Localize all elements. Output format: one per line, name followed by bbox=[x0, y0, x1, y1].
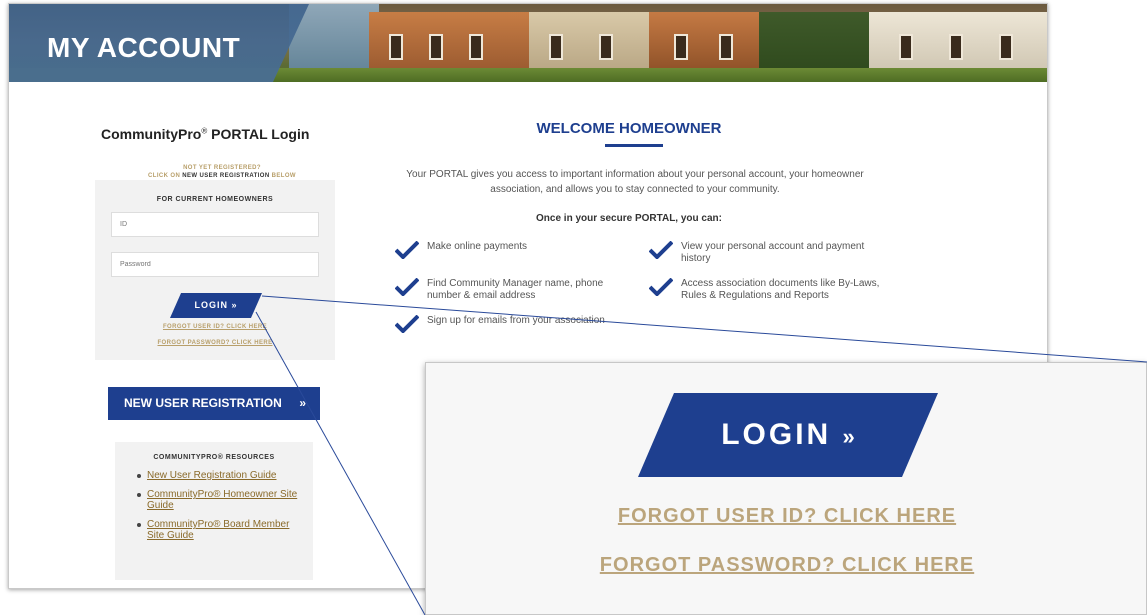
not-registered-line1: NOT YET REGISTERED? bbox=[183, 165, 261, 171]
hero-building bbox=[649, 12, 759, 72]
zoom-callout: LOGIN » FORGOT USER ID? CLICK HERE FORGO… bbox=[425, 362, 1147, 615]
feature-text: View your personal account and payment h… bbox=[681, 241, 865, 264]
chevron-right-icon: » bbox=[299, 396, 306, 410]
feature-text: Make online payments bbox=[427, 241, 528, 252]
forgot-password-link[interactable]: FORGOT PASSWORD? CLICK HERE bbox=[95, 340, 335, 346]
checkmark-icon bbox=[649, 241, 673, 259]
forgot-user-id-link[interactable]: FORGOT USER ID? CLICK HERE bbox=[95, 324, 335, 330]
hero-building bbox=[869, 12, 1047, 72]
login-heading-rest: PORTAL Login bbox=[207, 126, 310, 142]
resource-link-board-member-guide[interactable]: CommunityPro® Board Member Site Guide bbox=[137, 519, 307, 541]
login-heading: CommunityPro® PORTAL Login bbox=[101, 126, 309, 142]
feature-text: Find Community Manager name, phone numbe… bbox=[427, 278, 604, 301]
new-user-registration-label: NEW USER REGISTRATION bbox=[124, 396, 282, 410]
zoom-forgot-password-link[interactable]: FORGOT PASSWORD? CLICK HERE bbox=[426, 554, 1147, 577]
chevron-right-icon: » bbox=[842, 424, 855, 449]
note-prefix: CLICK ON bbox=[148, 173, 183, 179]
hero-trees bbox=[759, 12, 869, 72]
welcome-description: Your PORTAL gives you access to importan… bbox=[406, 169, 864, 195]
login-heading-brand: CommunityPro bbox=[101, 126, 202, 142]
zoom-login-button[interactable]: LOGIN » bbox=[638, 393, 938, 477]
resources-panel: COMMUNITYPRO® RESOURCES New User Registr… bbox=[115, 442, 313, 580]
checkmark-icon bbox=[395, 278, 419, 296]
id-input[interactable] bbox=[111, 212, 319, 237]
resource-link-homeowner-guide[interactable]: CommunityPro® Homeowner Site Guide bbox=[137, 489, 307, 511]
note-suffix: BELOW bbox=[269, 173, 296, 179]
zoom-login-label: LOGIN bbox=[721, 418, 832, 451]
resources-title: COMMUNITYPRO® RESOURCES bbox=[153, 454, 275, 461]
welcome-subtitle: Once in your secure PORTAL, you can: bbox=[536, 213, 722, 224]
feature-text: Sign up for emails from your association bbox=[427, 315, 605, 326]
login-button[interactable]: LOGIN » bbox=[170, 293, 262, 318]
feature-text: Access association documents like By-Law… bbox=[681, 278, 880, 301]
checkmark-icon bbox=[395, 315, 419, 333]
password-input[interactable] bbox=[111, 252, 319, 277]
not-registered-line2: CLICK ON NEW USER REGISTRATION BELOW bbox=[101, 172, 343, 180]
resource-link-new-user-guide[interactable]: New User Registration Guide bbox=[137, 470, 307, 481]
note-bold: NEW USER REGISTRATION bbox=[182, 173, 270, 179]
checkmark-icon bbox=[649, 278, 673, 296]
welcome-underline bbox=[605, 144, 663, 147]
hero-building bbox=[529, 12, 649, 72]
hero-banner: MY ACCOUNT bbox=[9, 4, 1047, 82]
page-title: MY ACCOUNT bbox=[47, 32, 241, 63]
panel-label: FOR CURRENT HOMEOWNERS bbox=[156, 196, 274, 203]
not-registered-note: NOT YET REGISTERED? CLICK ON NEW USER RE… bbox=[101, 164, 343, 180]
hero-building bbox=[369, 12, 529, 72]
login-panel: FOR CURRENT HOMEOWNERS LOGIN » FORGOT US… bbox=[95, 180, 335, 360]
welcome-title: WELCOME HOMEOWNER bbox=[536, 120, 722, 137]
resources-list: New User Registration Guide CommunityPro… bbox=[137, 470, 307, 549]
zoom-forgot-user-id-link[interactable]: FORGOT USER ID? CLICK HERE bbox=[426, 505, 1147, 528]
screenshot-stage: MY ACCOUNT CommunityPro® PORTAL Login NO… bbox=[0, 0, 1147, 615]
new-user-registration-button[interactable]: NEW USER REGISTRATION » bbox=[108, 387, 320, 420]
checkmark-icon bbox=[395, 241, 419, 259]
